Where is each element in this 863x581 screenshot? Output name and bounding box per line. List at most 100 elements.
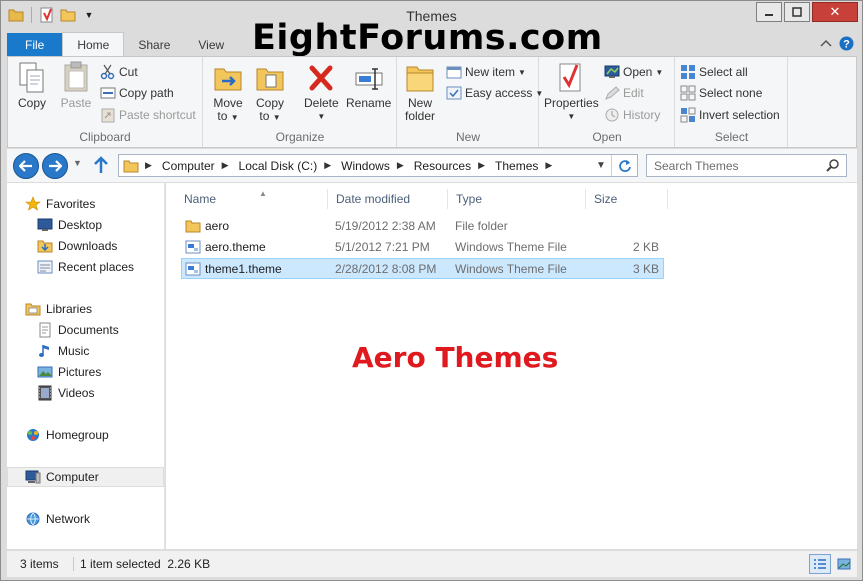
large-icons-view-button[interactable] (833, 554, 855, 574)
up-button[interactable] (93, 156, 109, 177)
chevron-down-icon[interactable]: ▼ (593, 155, 609, 176)
file-date: 5/1/2012 7:21 PM (335, 239, 430, 254)
title-bar[interactable]: ▼ Themes EightForums.com ✕ (1, 1, 862, 58)
maximize-button[interactable] (784, 2, 810, 22)
paste-button[interactable]: Paste (60, 61, 92, 110)
column-header-type[interactable]: Type (448, 189, 586, 209)
forward-button[interactable] (42, 153, 68, 179)
breadcrumb-root-separator[interactable]: ▶ (143, 160, 157, 171)
organize-group-label: Organize (275, 130, 325, 144)
music-icon (39, 345, 49, 357)
arrow-left-icon (19, 160, 32, 172)
refresh-button[interactable] (611, 155, 637, 176)
edit-button[interactable]: Edit (604, 84, 644, 102)
new-folder-button[interactable]: New folder (404, 61, 436, 123)
file-name: theme1.theme (205, 261, 282, 276)
paste-icon (64, 61, 88, 92)
clipboard-group: Copy Paste Cut Copy path Paste shortcut … (8, 57, 203, 147)
table-row[interactable]: theme1.theme 2/28/2012 8:08 PM Windows T… (181, 258, 664, 279)
nav-favorites[interactable]: Favorites (25, 194, 164, 214)
file-type: Windows Theme File (455, 239, 567, 254)
search-icon[interactable] (826, 158, 840, 175)
open-group-label: Open (592, 130, 622, 144)
tab-home[interactable]: Home (62, 32, 125, 56)
column-header-date-modified[interactable]: Date modified (328, 189, 448, 209)
breadcrumb-themes[interactable]: Themes ▶ (490, 159, 557, 173)
nav-desktop[interactable]: Desktop (37, 215, 164, 235)
nav-homegroup[interactable]: Homegroup (25, 425, 164, 445)
table-row[interactable]: aero.theme 5/1/2012 7:21 PM Windows Them… (181, 237, 664, 258)
back-button[interactable] (13, 153, 39, 179)
navigation-pane: Favorites Desktop Downloads Recent place… (7, 183, 165, 549)
select-none-icon (680, 85, 696, 101)
copy-to-button[interactable]: Copy to ▼ (254, 61, 286, 124)
nav-recent-places[interactable]: Recent places (37, 257, 164, 277)
clipboard-group-label: Clipboard (79, 130, 131, 144)
copy-path-button[interactable]: Copy path (100, 84, 174, 102)
sort-ascending-icon: ▲ (259, 189, 267, 198)
close-button[interactable]: ✕ (812, 2, 858, 22)
nav-computer[interactable]: Computer (7, 467, 164, 487)
breadcrumb-local-disk[interactable]: Local Disk (C:) ▶ (234, 159, 337, 173)
easy-access-button[interactable]: Easy access ▼ (446, 84, 543, 102)
window-controls: ✕ (756, 2, 858, 22)
column-header-name[interactable]: ▲ Name (176, 189, 328, 209)
tab-view[interactable]: View (184, 33, 238, 56)
column-header-size[interactable]: Size (586, 189, 668, 209)
copy-path-icon (100, 87, 116, 99)
properties-button[interactable]: Properties ▼ (544, 61, 599, 123)
copy-button[interactable]: Copy (16, 61, 48, 110)
nav-documents[interactable]: Documents (37, 320, 164, 340)
chevron-up-icon[interactable] (818, 35, 834, 51)
new-item-icon (446, 66, 462, 79)
select-all-button[interactable]: Select all (680, 63, 748, 81)
tab-share[interactable]: Share (124, 33, 184, 56)
breadcrumb-windows[interactable]: Windows ▶ (336, 159, 409, 173)
open-icon (604, 65, 620, 78)
libraries-icon (25, 303, 41, 316)
nav-downloads[interactable]: Downloads (37, 236, 164, 256)
explorer-window: ▼ Themes EightForums.com ✕ File Home Sha… (0, 0, 863, 581)
select-none-button[interactable]: Select none (680, 84, 762, 102)
open-button[interactable]: Open ▼ (604, 63, 663, 81)
desktop-icon (37, 218, 53, 231)
cut-button[interactable]: Cut (100, 63, 138, 81)
tab-file[interactable]: File (7, 33, 63, 56)
svg-text:?: ? (843, 38, 850, 50)
refresh-icon (618, 159, 631, 172)
new-group: New folder New item ▼ Easy access ▼ New (398, 57, 543, 147)
nav-music[interactable]: Music (37, 341, 164, 361)
minimize-button[interactable] (756, 2, 782, 22)
table-row[interactable]: aero 5/19/2012 2:38 AM File folder (181, 216, 664, 237)
details-view-button[interactable] (809, 554, 831, 574)
documents-icon (39, 322, 51, 338)
invert-selection-icon (680, 107, 696, 123)
file-name: aero.theme (205, 239, 266, 254)
breadcrumb-computer[interactable]: Computer ▶ (157, 159, 234, 173)
arrow-right-icon (49, 160, 62, 172)
history-button[interactable]: History (604, 106, 660, 124)
pictures-icon (37, 366, 53, 378)
search-input[interactable]: Search Themes (646, 154, 847, 177)
file-date: 5/19/2012 2:38 AM (335, 218, 436, 233)
theme-file-icon (185, 237, 201, 256)
rename-button[interactable]: Rename (346, 61, 391, 110)
invert-selection-button[interactable]: Invert selection (680, 106, 780, 124)
nav-libraries[interactable]: Libraries (25, 299, 164, 319)
status-bar: 3 items 1 item selected 2.26 KB (7, 551, 857, 577)
address-bar[interactable]: ▶ Computer ▶ Local Disk (C:) ▶ Windows ▶ Re… (118, 154, 638, 177)
delete-button[interactable]: Delete ▼ (304, 61, 339, 123)
help-icon[interactable]: ? (838, 35, 854, 51)
nav-pictures[interactable]: Pictures (37, 362, 164, 382)
move-to-button[interactable]: Move to ▼ (212, 61, 244, 124)
paste-shortcut-button[interactable]: Paste shortcut (100, 106, 196, 124)
select-all-icon (681, 65, 695, 79)
nav-videos[interactable]: Videos (37, 383, 164, 403)
nav-network[interactable]: Network (25, 509, 164, 529)
ribbon-controls: ? (818, 35, 854, 51)
new-item-button[interactable]: New item ▼ (446, 63, 526, 81)
paste-shortcut-icon (101, 108, 115, 123)
recent-locations-icon[interactable]: ▼ (73, 158, 82, 168)
scissors-icon (100, 64, 115, 80)
breadcrumb-resources[interactable]: Resources ▶ (409, 159, 490, 173)
